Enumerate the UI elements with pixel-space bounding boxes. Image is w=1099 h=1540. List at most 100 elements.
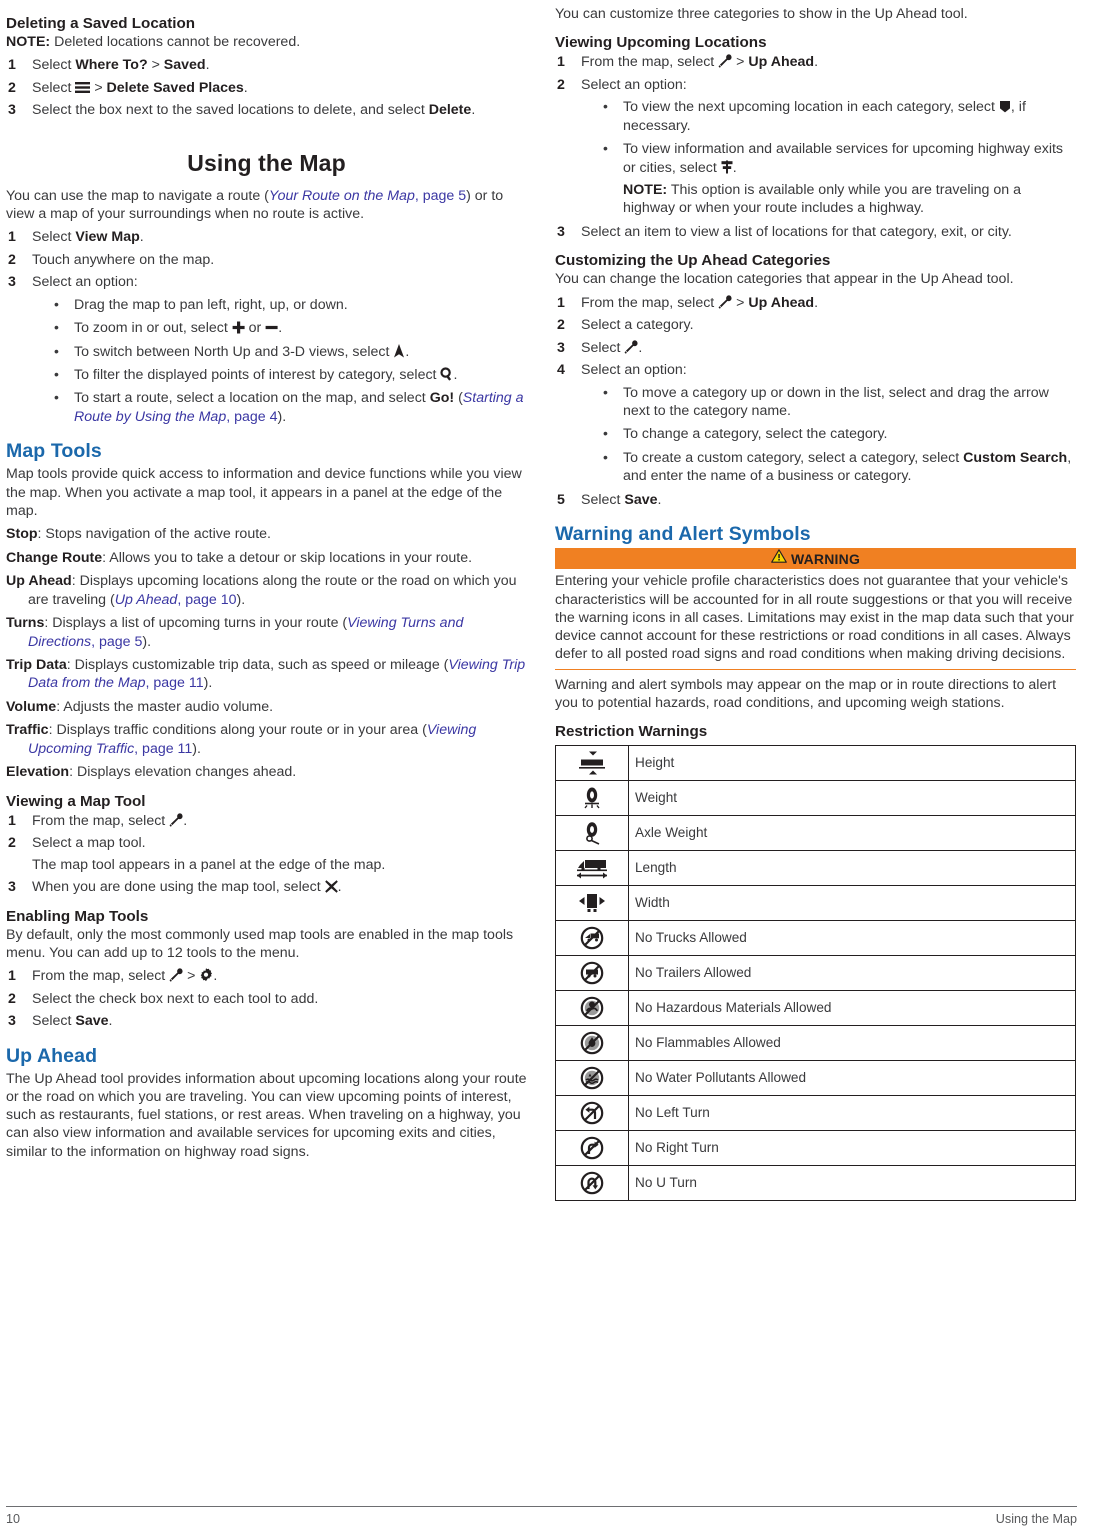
step-item: Touch anywhere on the map. xyxy=(6,251,527,270)
bullet-post: . xyxy=(278,320,283,337)
list-item: To filter the displayed points of intere… xyxy=(52,365,527,384)
step-item: From the map, select . xyxy=(6,812,527,831)
footer-row: 10 Using the Map xyxy=(6,1512,1077,1526)
step-item: Select an option: To move a category up … xyxy=(555,361,1076,486)
note-text: This option is available only while you … xyxy=(623,182,1021,217)
step-item: Select Save. xyxy=(6,1012,527,1031)
no-u-turn-icon xyxy=(555,1165,629,1202)
table-cell-label: No Flammables Allowed xyxy=(628,1025,1076,1062)
cross-reference-page[interactable]: , page 11 xyxy=(134,741,192,757)
step-post: . xyxy=(337,879,342,896)
step-text: Select xyxy=(581,339,625,356)
table-cell-label: No Right Turn xyxy=(628,1130,1076,1167)
bullet-text: To switch between North Up and 3-D views… xyxy=(74,343,394,360)
heading-viewing-upcoming-locations: Viewing Upcoming Locations xyxy=(555,34,767,52)
steps-using-the-map: Select View Map. Touch anywhere on the m… xyxy=(6,228,527,426)
cross-reference-page[interactable]: , page 5 xyxy=(415,188,466,204)
step-text: Select an option: xyxy=(581,76,687,93)
cross-reference-page[interactable]: , page 4 xyxy=(226,409,277,425)
table-cell-label: No Hazardous Materials Allowed xyxy=(628,990,1076,1027)
step-bold: Up Ahead xyxy=(748,294,815,311)
table-cell-label: Axle Weight xyxy=(628,815,1076,852)
step-post: . xyxy=(205,57,210,74)
step-bold: Save xyxy=(75,1013,109,1030)
step-text: From the map, select xyxy=(32,812,170,829)
definition-item: Change Route: Allows you to take a detou… xyxy=(6,549,527,567)
definition-term: Elevation xyxy=(6,764,70,781)
step-text: Touch anywhere on the map. xyxy=(32,251,215,268)
bullet-post: . xyxy=(732,159,737,176)
close-x-icon xyxy=(324,880,338,893)
table-cell-label: No Trailers Allowed xyxy=(628,955,1076,992)
document-page: Deleting a Saved Location NOTE: Deleted … xyxy=(0,0,1099,1540)
step-post: . xyxy=(657,491,662,508)
steps-viewing-upcoming-locations: From the map, select > Up Ahead. Select … xyxy=(555,53,1076,242)
step-item: Select the check box next to each tool t… xyxy=(6,990,527,1009)
step-sep: > xyxy=(732,54,749,71)
cross-reference-page[interactable]: , page 11 xyxy=(146,675,204,691)
two-column-layout: Deleting a Saved Location NOTE: Deleted … xyxy=(6,4,1077,1202)
tire-axle-weight-icon xyxy=(555,815,629,852)
step-text: Select the box next to the saved locatio… xyxy=(32,102,429,119)
table-cell-label: No Water Pollutants Allowed xyxy=(628,1060,1076,1097)
wrench-icon xyxy=(718,54,732,68)
warning-triangle-icon xyxy=(771,549,787,568)
list-item: To start a route, select a location on t… xyxy=(52,388,527,426)
step-item: From the map, select > Up Ahead. xyxy=(555,294,1076,313)
definition-item: Turns: Displays a list of upcoming turns… xyxy=(6,614,527,651)
step-text: Select the check box next to each tool t… xyxy=(32,990,319,1007)
no-trailers-icon xyxy=(555,955,629,992)
bullet-sep: or xyxy=(244,320,266,337)
truck-width-icon xyxy=(555,885,629,922)
cross-reference-link[interactable]: Up Ahead xyxy=(115,592,178,608)
list-item: To switch between North Up and 3-D views… xyxy=(52,342,527,361)
step-text: Select xyxy=(32,229,76,246)
truck-height-icon xyxy=(555,745,629,782)
step-post: . xyxy=(243,79,248,96)
definition-term: Trip Data xyxy=(6,657,67,674)
plus-icon xyxy=(232,321,245,334)
footer-page-number: 10 xyxy=(6,1512,21,1526)
cross-reference-link[interactable]: Your Route on the Map xyxy=(269,188,415,204)
warning-banner: WARNING xyxy=(555,548,1076,570)
bullet-text: To change a category, select the categor… xyxy=(623,426,888,443)
definition-term: Change Route xyxy=(6,549,103,566)
minus-icon xyxy=(265,321,278,334)
steps-customizing-categories: From the map, select > Up Ahead. Select … xyxy=(555,294,1076,510)
definition-text: : Displays customizable trip data, such … xyxy=(66,657,449,674)
step-item: Select . xyxy=(555,339,1076,358)
step-post: . xyxy=(814,294,819,311)
heading-restriction-warnings: Restriction Warnings xyxy=(555,723,708,741)
list-item: To zoom in or out, select or . xyxy=(52,318,527,337)
warning-text: Entering your vehicle profile characteri… xyxy=(555,573,1074,663)
bullet-text: Drag the map to pan left, right, up, or … xyxy=(74,296,348,313)
cross-reference-page[interactable]: , page 5 xyxy=(91,634,142,650)
step-continuation: The map tool appears in a panel at the e… xyxy=(32,856,386,873)
definition-term: Traffic xyxy=(6,722,49,739)
intro-a: You can use the map to navigate a route … xyxy=(6,187,269,204)
step-item: Select an item to view a list of locatio… xyxy=(555,223,1076,242)
step-text: From the map, select xyxy=(581,294,719,311)
step-text: Select xyxy=(32,57,76,74)
heading-viewing-a-map-tool: Viewing a Map Tool xyxy=(6,792,146,810)
step-item: From the map, select > . xyxy=(6,967,527,986)
table-row: No U Turn xyxy=(555,1165,1076,1202)
note-text: Deleted locations cannot be recovered. xyxy=(50,34,301,50)
footer-section-title: Using the Map xyxy=(995,1512,1077,1526)
cross-reference-page[interactable]: , page 10 xyxy=(177,592,236,608)
customizing-intro: You can change the location categories t… xyxy=(555,271,1014,288)
table-row: No Trucks Allowed xyxy=(555,920,1076,957)
bullet-bold: Go! xyxy=(429,390,455,407)
table-row: Length xyxy=(555,850,1076,887)
step-text: Select xyxy=(32,1013,76,1030)
step-bold-2: Delete xyxy=(428,102,472,119)
step-text: Select an option: xyxy=(581,362,687,379)
definition-tail: ). xyxy=(142,633,152,650)
definition-item: Up Ahead: Displays upcoming locations al… xyxy=(6,572,527,609)
table-cell-label: Height xyxy=(628,745,1076,782)
bullet-text: To view information and available servic… xyxy=(623,141,1064,176)
heading-warning-alert-symbols: Warning and Alert Symbols xyxy=(555,523,811,546)
no-flammables-icon xyxy=(555,1025,629,1062)
table-row: Height xyxy=(555,745,1076,782)
options-list-upcoming: To view the next upcoming location in ea… xyxy=(581,97,1076,218)
